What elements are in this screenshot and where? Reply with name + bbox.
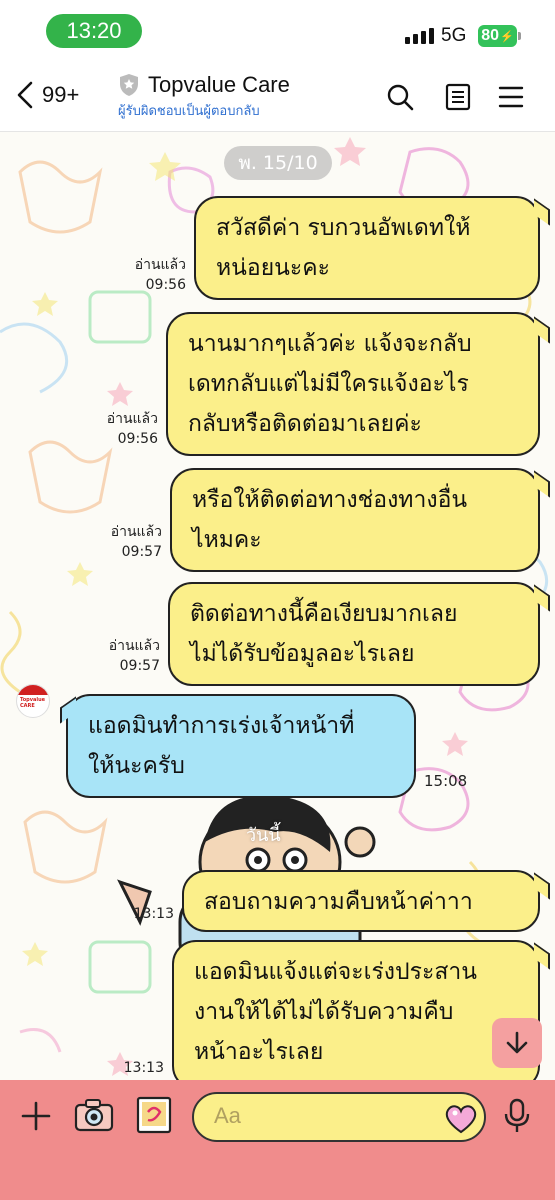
back-chevron-icon [17, 81, 33, 109]
outgoing-message-bubble[interactable]: สอบถามความคืบหน้าค่าาา [182, 870, 540, 932]
message-time: 13:13 [123, 1060, 164, 1076]
avatar-logo-text: Topvalue CARE [20, 697, 46, 709]
scroll-to-bottom-button[interactable] [492, 1018, 542, 1068]
message-meta: 13:13 [90, 1058, 164, 1078]
network-type: 5G [441, 25, 467, 46]
menu-icon[interactable] [497, 82, 527, 112]
avatar[interactable]: Topvalue CARE [16, 684, 50, 718]
outgoing-message-bubble[interactable]: ติดต่อทางนี้คือเงียบมากเลย ไม่ได้รับข้อม… [168, 582, 540, 686]
message-input-bar: Aa [0, 1080, 555, 1200]
outgoing-message-bubble[interactable]: แอดมินแจ้งแต่จะเร่งประสาน งานให้ได้ไม่ได… [172, 940, 540, 1080]
outgoing-message-bubble[interactable]: หรือให้ติดต่อทางช่องทางอื่น ไหมคะ [170, 468, 540, 572]
incoming-message-bubble[interactable]: แอดมินทำการเร่งเจ้าหน้าที่ ให้นะครับ [66, 694, 416, 798]
chat-title-area[interactable]: Topvalue Care ผู้รับผิดชอบเป็นผู้ตอบกลับ [118, 72, 290, 121]
date-separator: พ. 15/10 [224, 146, 332, 180]
battery-tip [518, 32, 521, 40]
date-separator-today: วันนี้ [246, 825, 281, 846]
input-placeholder: Aa [214, 1103, 241, 1128]
message-line: หน้าอะไรเลย [194, 1039, 324, 1065]
chevron-down-icon [506, 1031, 528, 1054]
unread-count: 99+ [42, 82, 80, 107]
notes-icon[interactable] [443, 82, 473, 112]
message-time: 09:57 [121, 544, 162, 560]
message-line: งานให้ได้ไม่ได้รับความคืบ [194, 999, 454, 1025]
message-line: ไม่ได้รับข้อมูลอะไรเลย [190, 641, 415, 667]
message-line: แอดมินแจ้งแต่จะเร่งประสาน [194, 959, 478, 985]
heart-emoji-icon[interactable] [444, 1104, 478, 1134]
message-meta: อ่านแล้ว 09:56 [84, 409, 158, 449]
read-receipt: อ่านแล้ว [134, 257, 186, 273]
message-input[interactable]: Aa [192, 1092, 486, 1142]
message-meta: อ่านแล้ว 09:56 [112, 255, 186, 295]
read-receipt: อ่านแล้ว [106, 411, 158, 427]
message-line: กลับหรือติดต่อมาเลยค่ะ [188, 411, 422, 437]
message-line: หรือให้ติดต่อทางช่องทางอื่น [192, 487, 468, 513]
battery-level: 80 [481, 27, 500, 44]
shield-icon [120, 74, 138, 96]
chat-area[interactable]: พ. 15/10 อ่านแล้ว 09:56 สวัสดีค่า รบกวนอ… [0, 132, 555, 1080]
message-line: เดทกลับแต่ไม่มีใครแจ้งอะไร [188, 371, 469, 397]
plus-icon[interactable] [20, 1100, 52, 1132]
chat-title: Topvalue Care [148, 72, 290, 97]
camera-icon[interactable] [74, 1098, 114, 1132]
microphone-icon[interactable] [503, 1098, 531, 1134]
status-time: 13:20 [46, 14, 142, 48]
message-meta: อ่านแล้ว 09:57 [86, 636, 160, 676]
message-line: นานมากๆแล้วค่ะ แจ้งจะกลับ [188, 331, 472, 357]
message-line: ให้นะครับ [88, 753, 185, 779]
status-bar: 13:20 5G 80 ⚡ [0, 0, 555, 62]
message-time: 15:08 [424, 772, 468, 790]
message-line: แอดมินทำการเร่งเจ้าหน้าที่ [88, 713, 355, 739]
message-line: สอบถามความคืบหน้าค่าาา [204, 889, 473, 915]
chat-subtitle: ผู้รับผิดชอบเป็นผู้ตอบกลับ [118, 104, 260, 119]
signal-icon [405, 28, 434, 44]
outgoing-message-bubble[interactable]: สวัสดีค่า รบกวนอัพเดทให้ หน่อยนะคะ [194, 196, 540, 300]
read-receipt: อ่านแล้ว [110, 524, 162, 540]
message-line: ติดต่อทางนี้คือเงียบมากเลย [190, 601, 458, 627]
message-meta: อ่านแล้ว 09:57 [88, 522, 162, 562]
message-time: 13:13 [133, 906, 174, 922]
message-line: หน่อยนะคะ [216, 255, 330, 281]
message-time: 09:56 [117, 431, 158, 447]
message-time: 09:57 [119, 658, 160, 674]
battery-icon: 80 ⚡ [478, 25, 517, 47]
outgoing-message-bubble[interactable]: นานมากๆแล้วค่ะ แจ้งจะกลับ เดทกลับแต่ไม่ม… [166, 312, 540, 456]
chat-header: 99+ Topvalue Care ผู้รับผิดชอบเป็นผู้ตอบ… [0, 62, 555, 132]
message-meta: 13:13 [100, 904, 174, 924]
search-icon[interactable] [385, 82, 415, 112]
read-receipt: อ่านแล้ว [108, 638, 160, 654]
message-line: สวัสดีค่า รบกวนอัพเดทให้ [216, 215, 471, 241]
message-line: ไหมคะ [192, 527, 262, 553]
image-icon[interactable] [136, 1096, 172, 1134]
message-time: 09:56 [145, 277, 186, 293]
back-button[interactable]: 99+ [16, 80, 79, 110]
